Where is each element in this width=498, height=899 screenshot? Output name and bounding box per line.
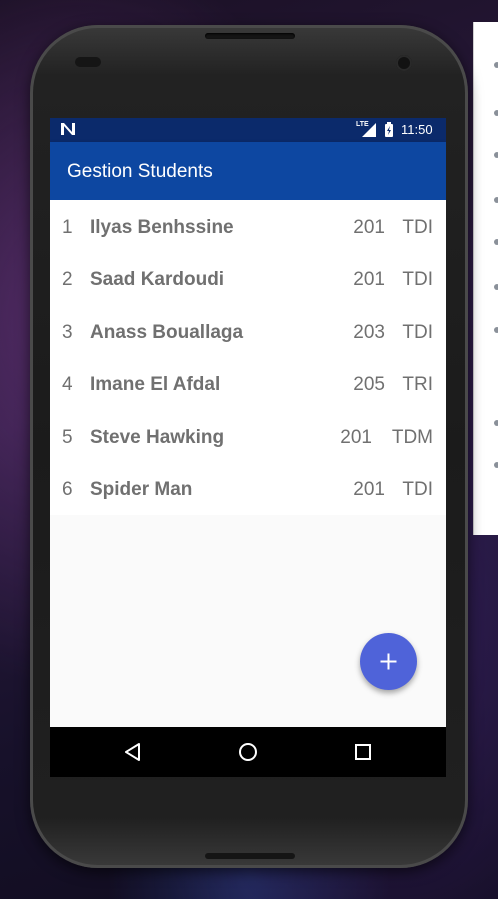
status-time: 11:50 (401, 122, 433, 137)
toolbar-dot-icon[interactable] (494, 62, 498, 68)
list-item[interactable]: 3 Anass Bouallaga 203 TDI (50, 305, 446, 357)
battery-charging-icon (385, 122, 393, 137)
students-list: 1 Ilyas Benhssine 201 TDI 2 Saad Kardoud… (50, 200, 446, 515)
home-icon[interactable] (235, 739, 261, 765)
student-id: 6 (62, 479, 73, 500)
side-toolbar (473, 22, 498, 535)
toolbar-dot-icon[interactable] (494, 197, 498, 203)
app-bar: Gestion Students (50, 142, 446, 200)
list-item[interactable]: 6 Spider Man 201 TDI (50, 462, 446, 514)
list-item[interactable]: 4 Imane El Afdal 205 TRI (50, 357, 446, 409)
add-student-button[interactable] (360, 633, 417, 690)
front-camera (396, 55, 412, 71)
student-group: 203 (353, 322, 385, 343)
student-filiere: TDI (402, 269, 433, 290)
student-id: 3 (62, 322, 73, 343)
student-id: 2 (62, 269, 73, 290)
toolbar-dot-icon[interactable] (494, 462, 498, 468)
toolbar-dot-icon[interactable] (494, 284, 498, 290)
navigation-bar (50, 727, 446, 777)
toolbar-dot-icon[interactable] (494, 152, 498, 158)
bottom-speaker (205, 853, 295, 859)
student-name: Saad Kardoudi (90, 269, 225, 290)
list-item[interactable]: 2 Saad Kardoudi 201 TDI (50, 252, 446, 304)
android-n-icon (61, 123, 75, 135)
student-name: Steve Hawking (90, 427, 225, 448)
device-screen: LTE 11:50 Gestion Students 1 Ilyas Benhs… (50, 118, 446, 777)
list-item[interactable]: 5 Steve Hawking 201 TDM (50, 410, 446, 462)
plus-icon (380, 653, 397, 670)
student-filiere: TDI (402, 479, 433, 500)
student-filiere: TDI (402, 322, 433, 343)
student-name: Ilyas Benhssine (90, 217, 234, 238)
student-group: 201 (353, 479, 385, 500)
student-group: 205 (353, 374, 385, 395)
student-filiere: TDM (391, 427, 433, 448)
toolbar-dot-icon[interactable] (494, 239, 498, 245)
signal-icon (362, 123, 376, 137)
back-icon[interactable] (120, 739, 146, 765)
student-name: Imane El Afdal (90, 374, 221, 395)
proximity-sensor (75, 57, 101, 67)
top-speaker (205, 33, 295, 39)
toolbar-dot-icon[interactable] (494, 420, 498, 426)
status-bar: LTE 11:50 (50, 118, 446, 142)
toolbar-dot-icon[interactable] (494, 110, 498, 116)
student-group: 201 (353, 269, 385, 290)
student-id: 1 (62, 217, 73, 238)
toolbar-dot-icon[interactable] (494, 327, 498, 333)
student-group: 201 (340, 427, 372, 448)
student-filiere: TDI (402, 217, 433, 238)
student-id: 5 (62, 427, 73, 448)
student-name: Anass Bouallaga (90, 322, 244, 343)
student-group: 201 (353, 217, 385, 238)
list-item[interactable]: 1 Ilyas Benhssine 201 TDI (50, 200, 446, 252)
student-filiere: TRI (402, 374, 433, 395)
student-id: 4 (62, 374, 73, 395)
page-title: Gestion Students (67, 161, 213, 182)
recents-icon[interactable] (350, 739, 376, 765)
student-name: Spider Man (90, 479, 193, 500)
